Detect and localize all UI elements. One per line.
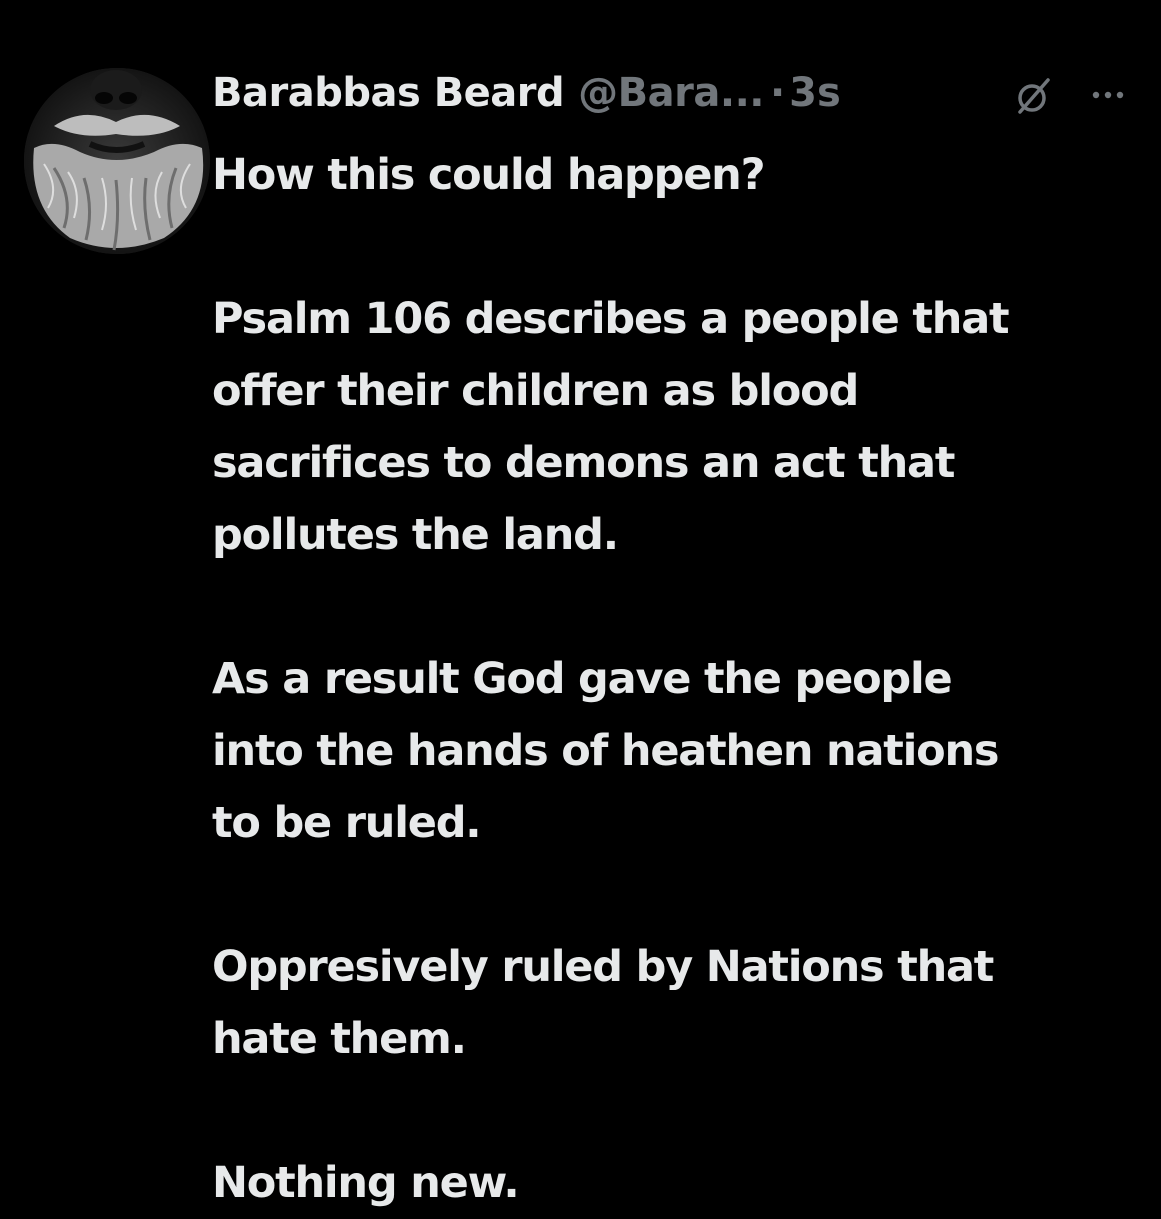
more-options-icon[interactable] xyxy=(1084,78,1132,112)
user-handle[interactable]: @Bara... xyxy=(578,70,764,116)
post-header: Barabbas Beard @Bara... · 3s xyxy=(212,64,1142,122)
separator-dot: · xyxy=(769,70,786,116)
post-paragraph-4: Oppresively ruled by Nations that hate t… xyxy=(212,942,994,1064)
post-text: How this could happen? Psalm 106 describ… xyxy=(212,139,1132,1219)
timestamp[interactable]: 3s xyxy=(789,70,841,116)
post-paragraph-2: Psalm 106 describes a people that offer … xyxy=(212,294,1010,560)
avatar[interactable] xyxy=(24,68,210,254)
grok-icon[interactable] xyxy=(1014,76,1054,116)
post: Barabbas Beard @Bara... · 3s How this co… xyxy=(0,0,1161,1208)
display-name[interactable]: Barabbas Beard xyxy=(212,70,565,116)
post-paragraph-1: How this could happen? xyxy=(212,150,766,200)
post-paragraph-3: As a result God gave the people into the… xyxy=(212,654,1000,848)
avatar-image xyxy=(24,68,210,254)
post-paragraph-5: Nothing new. xyxy=(212,1158,520,1208)
